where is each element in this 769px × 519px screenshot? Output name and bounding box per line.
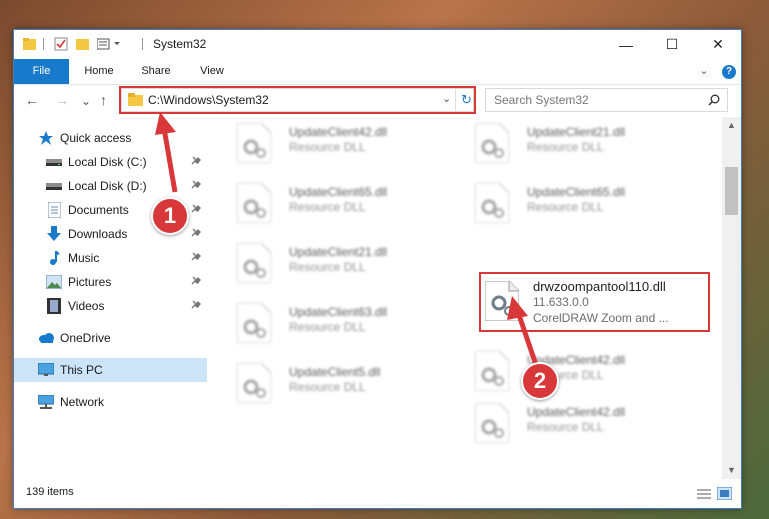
arrow-2-shaft bbox=[515, 311, 539, 366]
arrow-1-shaft bbox=[161, 127, 178, 193]
callout-badge-1: 1 bbox=[151, 197, 189, 235]
callout-badge-2: 2 bbox=[521, 362, 559, 400]
arrow-1-head bbox=[155, 112, 176, 135]
arrow-2-head bbox=[507, 296, 528, 320]
annotation-arrows bbox=[155, 112, 539, 366]
